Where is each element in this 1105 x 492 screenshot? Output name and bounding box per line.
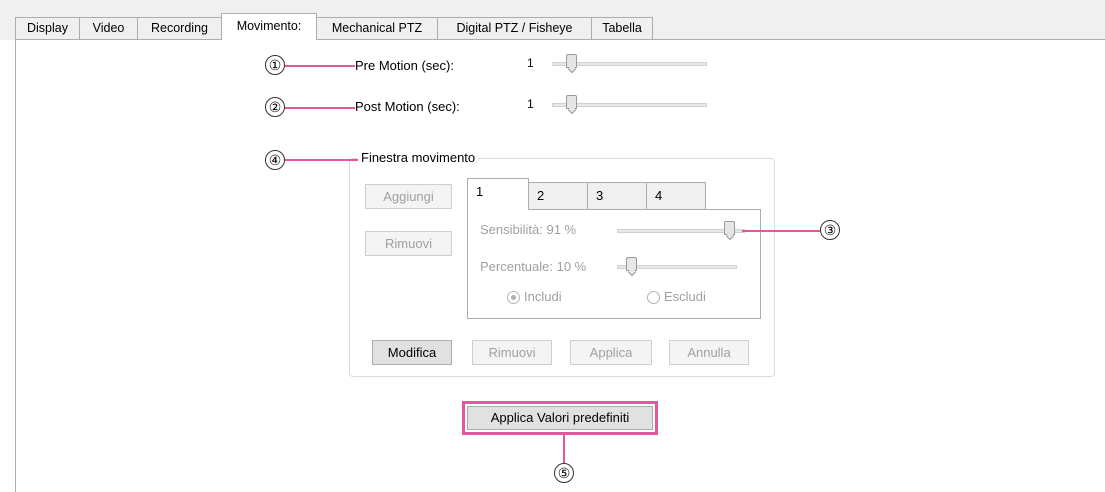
callout-4: ④ [265, 150, 285, 170]
exclude-radio[interactable] [647, 291, 660, 304]
callout-3-line [742, 230, 820, 232]
motion-window-title: Finestra movimento [358, 150, 479, 165]
percent-slider-thumb[interactable] [626, 257, 637, 271]
callout-2: ② [265, 97, 285, 117]
tab-recording[interactable]: Recording [137, 17, 222, 39]
tab-strip-divider [15, 39, 1105, 40]
window-tab-3[interactable]: 3 [587, 182, 647, 209]
tab-tabella[interactable]: Tabella [591, 17, 653, 39]
content-left-border [15, 39, 16, 492]
cancel-button[interactable]: Annulla [669, 340, 749, 365]
callout-5: ⑤ [554, 463, 574, 483]
add-window-button[interactable]: Aggiungi [365, 184, 452, 209]
edit-button[interactable]: Modifica [372, 340, 452, 365]
apply-button[interactable]: Applica [570, 340, 652, 365]
post-motion-label: Post Motion (sec): [355, 99, 460, 114]
callout-5-line [563, 435, 565, 463]
include-label: Includi [524, 289, 562, 304]
tab-digital-ptz-fisheye[interactable]: Digital PTZ / Fisheye [437, 17, 592, 39]
pre-motion-value: 1 [527, 56, 534, 70]
tab-mechanical-ptz[interactable]: Mechanical PTZ [316, 17, 438, 39]
window-tab-2[interactable]: 2 [528, 182, 588, 209]
apply-defaults-button[interactable]: Applica Valori predefiniti [467, 406, 653, 430]
post-motion-slider-thumb[interactable] [566, 95, 577, 109]
callout-4-line [285, 159, 360, 161]
pre-motion-slider-thumb[interactable] [566, 54, 577, 68]
include-radio[interactable] [507, 291, 520, 304]
window-tab-4[interactable]: 4 [646, 182, 706, 209]
callout-3: ③ [820, 220, 840, 240]
sensitivity-slider-thumb[interactable] [724, 221, 735, 235]
callout-1: ① [265, 55, 285, 75]
callout-2-line [285, 107, 355, 109]
percent-label: Percentuale: 10 % [480, 259, 587, 274]
tab-video[interactable]: Video [79, 17, 138, 39]
exclude-label: Escludi [664, 289, 706, 304]
tab-movimento[interactable]: Movimento: [221, 13, 317, 40]
tab-display[interactable]: Display [15, 17, 80, 39]
pre-motion-label: Pre Motion (sec): [355, 58, 454, 73]
callout-1-line [285, 65, 355, 67]
remove-window-button[interactable]: Rimuovi [365, 231, 452, 256]
remove-button[interactable]: Rimuovi [472, 340, 552, 365]
sensitivity-label: Sensibilità: 91 % [480, 222, 577, 237]
window-tab-1[interactable]: 1 [467, 178, 529, 210]
post-motion-value: 1 [527, 97, 534, 111]
